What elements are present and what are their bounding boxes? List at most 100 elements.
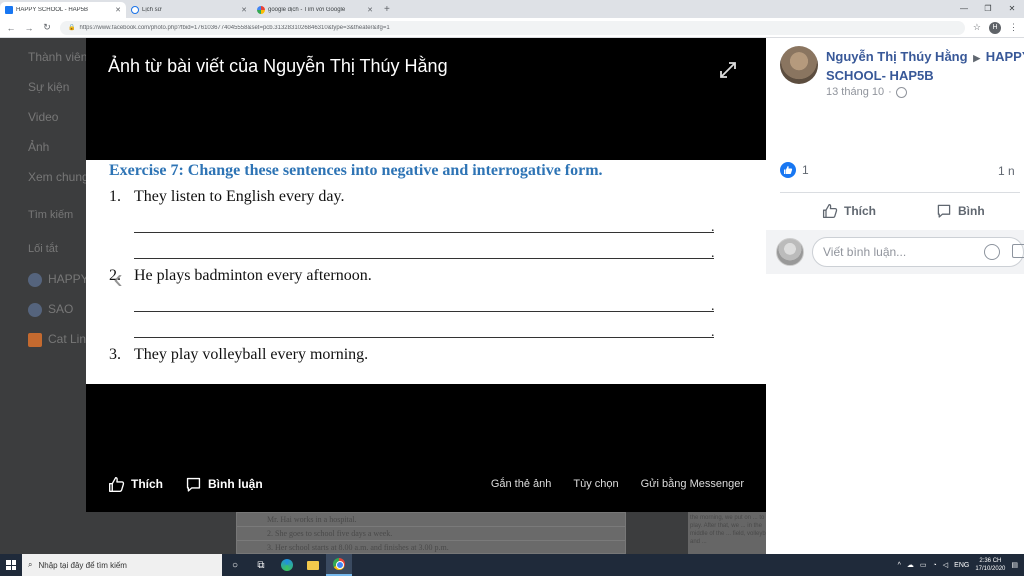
previous-photo-icon[interactable]: ‹ [108, 264, 128, 294]
group-icon [28, 272, 42, 287]
browser-tab-facebook[interactable]: HAPPY SCHOOL - HAP5B ✕ [0, 2, 126, 18]
photo-viewer: Ảnh từ bài viết của Nguyễn Thị Thúy Hằng… [86, 38, 766, 512]
windows-start-icon[interactable] [0, 554, 22, 576]
like-reaction-icon [780, 162, 796, 178]
viewer-title: Ảnh từ bài viết của Nguyễn Thị Thúy Hằng [108, 56, 448, 76]
bg-sidebar-item: Video [28, 110, 59, 124]
language-indicator[interactable]: ENG [954, 562, 969, 569]
post-date-link[interactable]: 13 tháng 10 [826, 86, 884, 98]
back-icon[interactable]: ← [6, 23, 16, 33]
system-tray: ^ ☁ ▭ ◔ ◁ ENG 2:36 CH 17/10/2020 ▤ [898, 557, 1024, 573]
reaction-summary[interactable]: 1 [780, 162, 809, 178]
close-icon[interactable]: ✕ [241, 6, 247, 14]
background-sidebar: Thành viên Sự kiện Video Ảnh Xem chung T… [28, 42, 88, 354]
answer-line-end: . [711, 299, 715, 314]
profile-avatar[interactable]: H [989, 21, 1001, 34]
answer-line [134, 258, 714, 259]
volume-icon[interactable]: ◁ [943, 561, 948, 569]
comment-icon [186, 477, 201, 492]
new-tab-button[interactable]: + [378, 2, 396, 18]
bookmark-star-icon[interactable]: ☆ [973, 22, 981, 33]
post-author-line: Nguyễn Thị Thúy Hằng ▶ HAPPY SCHOOL- HAP… [826, 48, 1024, 84]
answer-line-end: . [711, 246, 715, 261]
question-1: 1. They listen to English every day. [109, 188, 345, 205]
emoji-icon[interactable] [984, 244, 1000, 260]
viewer-comment-button[interactable]: Bình luận [185, 476, 263, 493]
bg-doc-row: 3. Her school starts at 8.00 a.m. and fi… [237, 541, 625, 555]
chevron-up-icon[interactable]: ^ [898, 562, 901, 569]
viewer-links: Gắn thẻ ảnh Tùy chọn Gửi bằng Messenger [491, 478, 766, 490]
minimize-icon[interactable]: — [952, 0, 976, 18]
cortana-icon[interactable]: ○ [222, 554, 248, 576]
bg-sidebar-shortcut: Cat Lin [28, 324, 88, 354]
browser-tab-history[interactable]: Lịch sử ✕ [126, 2, 252, 18]
viewer-like-label: Thích [131, 477, 163, 491]
bg-sidebar-item: Thành viên [28, 50, 88, 64]
background-document: Mr. Hai works in a hospital. 2. She goes… [236, 512, 626, 555]
author-name-link[interactable]: Nguyễn Thị Thúy Hằng [826, 49, 968, 64]
thumbs-up-icon [822, 203, 838, 219]
comment-composer: Viết bình luận... [766, 230, 1024, 274]
chrome-icon[interactable] [326, 554, 352, 576]
send-messenger-link[interactable]: Gửi bằng Messenger [641, 478, 744, 490]
viewer-like-button[interactable]: Thích [108, 476, 163, 493]
tab-title: google dịch - Tìm với Google [268, 7, 346, 13]
expand-icon[interactable] [718, 60, 738, 80]
edge-icon[interactable] [274, 554, 300, 576]
bg-sidebar-item: Xem chung [28, 170, 88, 184]
menu-icon[interactable]: ⋮ [1009, 22, 1018, 33]
facebook-icon [5, 6, 13, 14]
viewer-comment-label: Bình luận [208, 477, 263, 491]
forward-icon[interactable]: → [24, 23, 34, 33]
next-photo-icon[interactable]: › [724, 264, 744, 294]
post-panel: Nguyễn Thị Thúy Hằng ▶ HAPPY SCHOOL- HAP… [766, 38, 1024, 554]
network-icon[interactable]: ◔ [933, 562, 937, 569]
user-avatar [776, 238, 804, 266]
author-avatar[interactable] [780, 46, 818, 84]
caret-right-icon: ▶ [973, 53, 981, 63]
close-icon[interactable]: ✕ [115, 6, 121, 14]
bg-sidebar-shortcut: SAO [28, 294, 88, 324]
battery-icon[interactable]: ▭ [920, 561, 927, 569]
clock-date: 17/10/2020 [975, 566, 1006, 572]
tag-photo-link[interactable]: Gắn thẻ ảnh [491, 478, 552, 490]
exercise-title: Exercise 7: Change these sentences into … [109, 162, 603, 179]
close-icon[interactable]: ✕ [367, 6, 373, 14]
reload-icon[interactable]: ↻ [42, 22, 52, 33]
url-text: https://www.facebook.com/photo.php?fbid=… [79, 24, 390, 31]
game-icon [28, 332, 42, 347]
notification-icon[interactable]: ▤ [1011, 561, 1018, 569]
browser-tab-google[interactable]: google dịch - Tìm với Google ✕ [252, 2, 378, 18]
history-icon [131, 6, 139, 14]
like-count: 1 [802, 163, 809, 177]
options-link[interactable]: Tùy chọn [573, 478, 618, 490]
cloud-icon[interactable]: ☁ [907, 561, 914, 569]
close-window-icon[interactable]: ✕ [1000, 0, 1024, 18]
tab-title: HAPPY SCHOOL - HAP5B [16, 7, 89, 13]
viewer-actions: Thích Bình luận Gắn thẻ ảnh Tùy chọn Gửi… [86, 472, 766, 496]
lock-icon: 🔒 [68, 25, 76, 31]
question-2: 2. He plays badminton every afternoon. [109, 267, 372, 284]
restore-icon[interactable]: ❐ [976, 0, 1000, 18]
task-view-icon[interactable]: ⧉ [248, 554, 274, 576]
answer-line-end: . [711, 220, 715, 235]
post-like-button[interactable]: Thích [822, 203, 876, 219]
camera-icon[interactable] [1012, 244, 1024, 258]
address-bar: ← → ↻ 🔒 https://www.facebook.com/photo.p… [0, 18, 1024, 38]
taskbar-search-input[interactable]: ⌕ Nhập tại đây để tìm kiếm [22, 554, 222, 576]
exercise-photo[interactable]: Exercise 7: Change these sentences into … [86, 160, 766, 384]
google-icon [257, 6, 265, 14]
url-input[interactable]: 🔒 https://www.facebook.com/photo.php?fbi… [60, 20, 965, 35]
bg-doc-row: 2. She goes to school five days a week. [237, 527, 625, 541]
group-icon [28, 302, 42, 317]
taskbar-search-placeholder: Nhập tại đây để tìm kiếm [38, 560, 127, 570]
clock-time: 2:36 CH [979, 558, 1002, 564]
taskbar: ⌕ Nhập tại đây để tìm kiếm ○ ⧉ ^ ☁ ▭ ◔ ◁… [0, 554, 1024, 576]
post-comment-button[interactable]: Bình [936, 203, 985, 219]
clock[interactable]: 2:36 CH 17/10/2020 [975, 557, 1005, 573]
share-count[interactable]: 1 n [998, 164, 1015, 178]
thumbs-up-icon [109, 476, 125, 492]
post-comment-label: Bình [958, 204, 985, 218]
file-explorer-icon[interactable] [300, 554, 326, 576]
answer-line [134, 311, 714, 312]
